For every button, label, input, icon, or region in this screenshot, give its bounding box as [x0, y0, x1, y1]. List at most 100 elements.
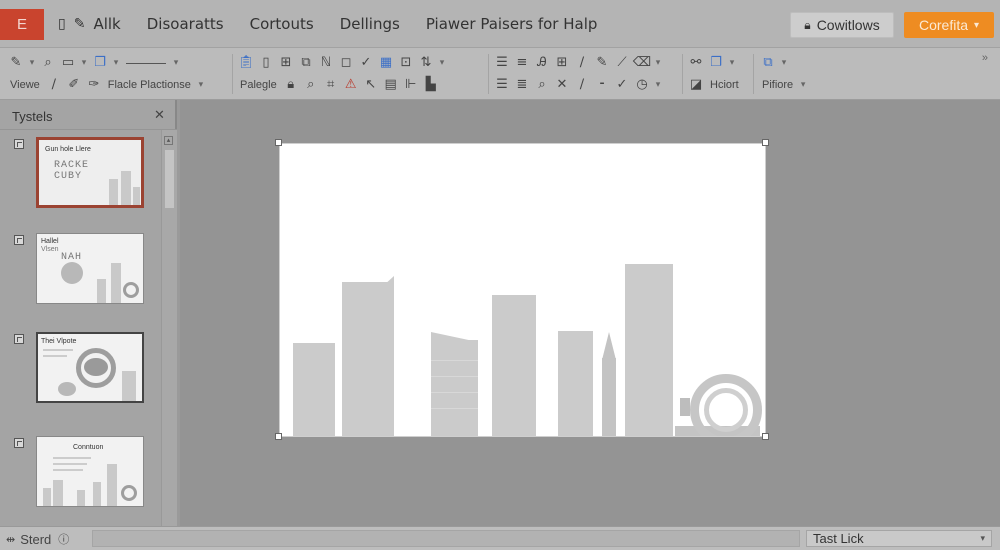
chevron-down-icon[interactable]: ▾ — [26, 53, 38, 73]
search-icon[interactable]: ⌕ — [38, 53, 58, 73]
chevron-down-icon[interactable]: ▾ — [726, 53, 738, 73]
table-icon[interactable]: ⊞ — [552, 53, 572, 73]
paste-label[interactable]: Palegle — [240, 79, 277, 91]
chevron-down-icon[interactable]: ▾ — [78, 53, 90, 73]
slide-number-icon — [14, 438, 24, 448]
image-icon[interactable]: ▦ — [376, 53, 396, 73]
status-left[interactable]: ⇹ Sterd ⓘ — [6, 531, 69, 547]
find-icon[interactable]: ⌕ — [301, 75, 321, 95]
text-direction-icon[interactable]: ℕ — [316, 53, 336, 73]
check-icon[interactable]: ✓ — [356, 53, 376, 73]
cowitlows-button[interactable]: 🔒︎ Cowitlows — [790, 12, 894, 38]
text-icon[interactable]: Ꭿ — [532, 53, 552, 73]
menu-item-help[interactable]: Piawer Paisers for Halp — [426, 15, 598, 33]
slide-thumb-3[interactable]: Thei Vlpote — [0, 332, 160, 410]
pen-icon[interactable]: ✎ — [592, 53, 612, 73]
chevron-down-icon[interactable]: ▾ — [195, 75, 207, 95]
resize-handle-top-right[interactable] — [762, 139, 769, 146]
copy-icon[interactable]: ❐ — [90, 53, 110, 73]
menu-item-cortouts[interactable]: Cortouts — [250, 15, 314, 33]
zoom-field[interactable]: Tast Lick ▾ — [806, 530, 992, 547]
slide-thumbnail[interactable]: Hallel Vlsen NAH — [36, 233, 144, 304]
close-icon[interactable]: ✕ — [552, 75, 572, 95]
picture-icon[interactable]: ⧉ — [758, 53, 778, 73]
pencil-icon[interactable]: ✎ — [6, 53, 26, 73]
line-icon[interactable]: ∕ — [572, 53, 592, 73]
document-icon: ▯ — [58, 16, 66, 32]
line-style-selector[interactable] — [126, 62, 166, 64]
menu-item-disoaratts[interactable]: Disoaratts — [147, 15, 224, 33]
chevron-down-icon[interactable]: ▾ — [110, 53, 122, 73]
panel-scrollbar[interactable]: ▴ — [161, 130, 177, 526]
corefita-button[interactable]: Corefita ▾ — [904, 12, 994, 38]
arrow-icon[interactable]: ↖ — [361, 75, 381, 95]
chevron-down-icon[interactable]: ▾ — [652, 53, 664, 73]
calendar-icon[interactable]: ▤ — [381, 75, 401, 95]
menu-item-allk[interactable]: ▯ ✎ Allk — [58, 15, 121, 33]
magic-icon[interactable]: ⚯ — [686, 53, 706, 73]
picture-label[interactable]: Pifiore — [762, 79, 793, 91]
chevron-down-icon[interactable]: ▾ — [436, 53, 448, 73]
scrollbar-thumb[interactable] — [165, 150, 174, 208]
skyline-building — [431, 340, 478, 436]
chevron-down-icon[interactable]: ▾ — [170, 53, 182, 73]
thumb-subtitle: Vlsen — [41, 246, 59, 253]
crop-icon[interactable]: ⌗ — [321, 75, 341, 95]
page-icon[interactable]: ▯ — [256, 53, 276, 73]
current-slide[interactable] — [279, 143, 766, 437]
app-menu-button[interactable]: E — [0, 9, 44, 40]
slide-thumbnail[interactable]: Gun hole Llere RACKE CUBY — [36, 137, 144, 208]
sort-icon[interactable]: ⇅ — [416, 53, 436, 73]
resize-handle-bottom-left[interactable] — [275, 433, 282, 440]
info-icon[interactable]: ⓘ — [58, 531, 69, 547]
insert-icon[interactable]: ❐ — [706, 53, 726, 73]
shapes-icon[interactable]: ⧉ — [296, 53, 316, 73]
chevron-down-icon[interactable]: ▾ — [652, 75, 664, 95]
ribbon-group-paste: 📋︎ ▯ ⊞ ⧉ ℕ ◻ ✓ ▦ ⊡ ⇅ ▾ Palegle 🔒︎ ⌕ ⌗ ⚠ … — [236, 51, 484, 97]
list-icon[interactable]: ☰ — [492, 53, 512, 73]
paste-icon[interactable]: 📋︎ — [236, 53, 256, 73]
resize-handle-bottom-right[interactable] — [762, 433, 769, 440]
draw-icon[interactable]: ∕ — [572, 75, 592, 95]
skyline-building — [558, 331, 593, 436]
justify-icon[interactable]: ☰ — [492, 75, 512, 95]
resize-handle-top-left[interactable] — [275, 139, 282, 146]
stroke-icon[interactable]: ⟋ — [612, 53, 632, 73]
frame-icon[interactable]: ◻ — [336, 53, 356, 73]
slide-thumb-1[interactable]: Gun hole Llere RACKE CUBY — [0, 137, 160, 215]
warning-icon[interactable]: ⚠ — [341, 75, 361, 95]
slash-icon[interactable]: ∕ — [44, 75, 64, 95]
ribbon-collapse-icon[interactable]: » — [982, 52, 988, 64]
dash-icon[interactable]: ⁃ — [592, 75, 612, 95]
lock-icon[interactable]: 🔒︎ — [281, 75, 301, 95]
insert-label[interactable]: Hciort — [710, 79, 739, 91]
shape-icon[interactable]: ◪ — [686, 75, 706, 95]
slide-thumbnail[interactable]: Thei Vlpote — [36, 332, 144, 403]
chevron-down-icon[interactable]: ▾ — [980, 531, 985, 546]
thumb-building — [77, 490, 85, 506]
placeholder-label[interactable]: Flacle Plactionse — [108, 79, 191, 91]
eraser-icon[interactable]: ⌫ — [632, 53, 652, 73]
chevron-down-icon[interactable]: ▾ — [797, 75, 809, 95]
slide-thumb-4[interactable]: Conntuon — [0, 436, 160, 514]
brush-icon[interactable]: ✐ — [64, 75, 84, 95]
close-icon[interactable]: ✕ — [154, 107, 165, 123]
align-icon[interactable]: ⊩ — [401, 75, 421, 95]
chevron-down-icon[interactable]: ▾ — [778, 53, 790, 73]
slide-thumbnail[interactable]: Conntuon — [36, 436, 144, 507]
view-label[interactable]: Viewe — [10, 79, 40, 91]
scroll-up-icon[interactable]: ▴ — [164, 136, 173, 145]
fill-icon[interactable]: ▙ — [421, 75, 441, 95]
layout-icon[interactable]: ⊞ — [276, 53, 296, 73]
align-left-icon[interactable]: ≡ — [512, 53, 532, 73]
clock-icon[interactable]: ◷ — [632, 75, 652, 95]
zoom-icon[interactable]: ⌕ — [532, 75, 552, 95]
slide-thumb-2[interactable]: Hallel Vlsen NAH — [0, 233, 160, 311]
checkmark-icon[interactable]: ✓ — [612, 75, 632, 95]
grid-icon[interactable]: ⊡ — [396, 53, 416, 73]
menu-item-dellings[interactable]: Dellings — [340, 15, 400, 33]
format-icon[interactable]: ▭ — [58, 53, 78, 73]
thumb-line — [43, 355, 67, 357]
bullets-icon[interactable]: ≣ — [512, 75, 532, 95]
format-painter-icon[interactable]: ✑ — [84, 75, 104, 95]
